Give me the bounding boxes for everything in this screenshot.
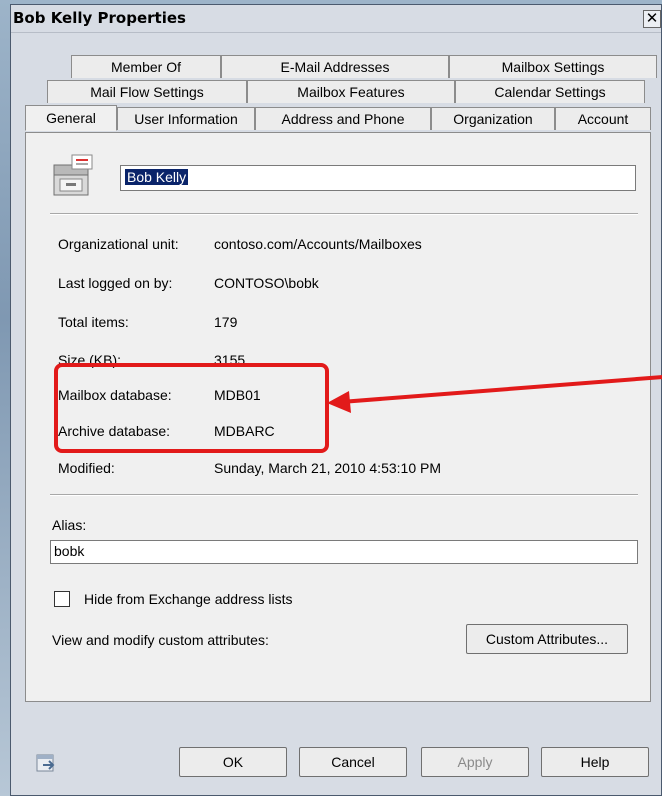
tab-user-information[interactable]: User Information bbox=[117, 107, 255, 130]
tab-address-and-phone[interactable]: Address and Phone bbox=[255, 107, 431, 130]
hide-from-address-lists-label: Hide from Exchange address lists bbox=[84, 591, 293, 607]
hide-from-address-lists-checkbox[interactable] bbox=[54, 591, 70, 607]
alias-input[interactable]: bobk bbox=[50, 540, 638, 564]
modified-label: Modified: bbox=[58, 460, 115, 476]
separator-top bbox=[50, 213, 638, 215]
alias-value: bobk bbox=[54, 543, 85, 559]
org-unit-label: Organizational unit: bbox=[58, 236, 179, 252]
help-button[interactable]: Help bbox=[541, 747, 649, 777]
custom-attributes-label: View and modify custom attributes: bbox=[52, 632, 269, 648]
display-name-field[interactable]: Bob Kelly bbox=[120, 165, 636, 191]
tab-organization[interactable]: Organization bbox=[431, 107, 555, 130]
tab-general[interactable]: General bbox=[25, 105, 117, 131]
total-items-value: 179 bbox=[214, 314, 238, 330]
window-title: Bob Kelly Properties bbox=[13, 9, 186, 27]
tab-row-2: Mail Flow Settings Mailbox Features Cale… bbox=[47, 80, 645, 103]
apply-button[interactable]: Apply bbox=[421, 747, 529, 777]
title-bar: Bob Kelly Properties ✕ bbox=[11, 5, 661, 33]
custom-attributes-button[interactable]: Custom Attributes... bbox=[466, 624, 628, 654]
modified-value: Sunday, March 21, 2010 4:53:10 PM bbox=[214, 460, 441, 476]
separator-middle bbox=[50, 494, 638, 496]
tab-mailbox-settings[interactable]: Mailbox Settings bbox=[449, 55, 657, 78]
close-button[interactable]: ✕ bbox=[643, 10, 661, 28]
dialog-footer: OK Cancel Apply Help bbox=[11, 705, 661, 795]
mailbox-user-icon bbox=[48, 153, 100, 199]
callout-arrow bbox=[327, 375, 662, 413]
total-items-label: Total items: bbox=[58, 314, 129, 330]
last-logged-label: Last logged on by: bbox=[58, 275, 173, 291]
tab-row-1: Member Of E-Mail Addresses Mailbox Setti… bbox=[71, 55, 657, 78]
tab-member-of[interactable]: Member Of bbox=[71, 55, 221, 78]
cancel-button[interactable]: Cancel bbox=[299, 747, 407, 777]
alias-label: Alias: bbox=[52, 517, 87, 533]
ok-button[interactable]: OK bbox=[179, 747, 287, 777]
org-unit-value: contoso.com/Accounts/Mailboxes bbox=[214, 236, 422, 252]
tab-mailbox-features[interactable]: Mailbox Features bbox=[247, 80, 455, 103]
tab-email-addresses[interactable]: E-Mail Addresses bbox=[221, 55, 449, 78]
tab-calendar-settings[interactable]: Calendar Settings bbox=[455, 80, 645, 103]
shell-command-icon[interactable] bbox=[35, 753, 57, 775]
display-name-value: Bob Kelly bbox=[125, 169, 189, 185]
tab-account[interactable]: Account bbox=[555, 107, 651, 130]
tab-row-3: General User Information Address and Pho… bbox=[25, 105, 651, 131]
highlight-callout-box bbox=[54, 363, 329, 453]
last-logged-value: CONTOSO\bobk bbox=[214, 275, 319, 291]
properties-dialog: Bob Kelly Properties ✕ Member Of E-Mail … bbox=[10, 4, 662, 796]
tab-mail-flow-settings[interactable]: Mail Flow Settings bbox=[47, 80, 247, 103]
